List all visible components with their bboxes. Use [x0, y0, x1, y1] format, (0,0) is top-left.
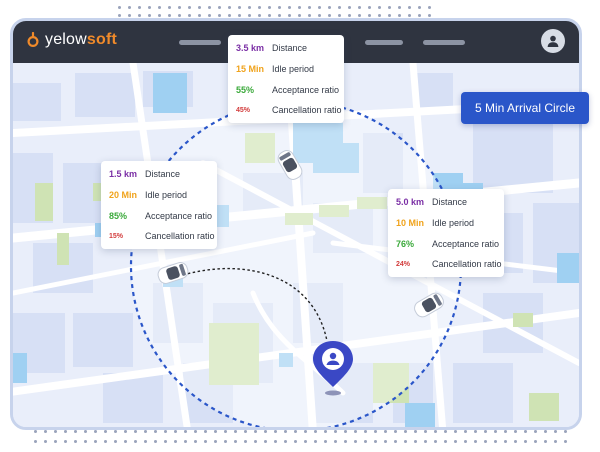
- decorative-dots-bottom: [34, 430, 567, 433]
- cancellation-value: 45%: [236, 106, 251, 114]
- decorative-dots-top: [118, 14, 431, 17]
- decorative-dots-top: [118, 6, 431, 9]
- brand-name: yelowsoft: [45, 31, 117, 49]
- brand-logo[interactable]: yelowsoft: [27, 31, 117, 49]
- driver-info-card[interactable]: 5.0 km Distance 10 Min Idle period 76% Acce…: [388, 189, 504, 277]
- idle-label: Idle period: [145, 190, 188, 200]
- cancellation-label: Cancellation ratio: [432, 259, 502, 269]
- app-window: yelowsoft 3.5 km Distance 15 Min Idle pe…: [10, 18, 582, 430]
- brand-name-prefix: yelow: [45, 31, 87, 48]
- user-icon: [547, 35, 559, 47]
- acceptance-label: Acceptance ratio: [145, 211, 213, 221]
- driver-info-card[interactable]: 1.5 km Distance 20 Min Idle period 85% Acce…: [101, 161, 217, 249]
- cancellation-label: Cancellation ratio: [272, 105, 342, 115]
- cancellation-value: 24%: [396, 260, 411, 268]
- acceptance-label: Acceptance ratio: [432, 239, 500, 249]
- nav-menu-item[interactable]: [179, 40, 221, 45]
- cancellation-value: 15%: [109, 232, 124, 240]
- idle-label: Idle period: [432, 218, 475, 228]
- nav-menu-item[interactable]: [365, 40, 403, 45]
- distance-label: Distance: [432, 197, 468, 207]
- driver-info-card[interactable]: 3.5 km Distance 15 Min Idle period 55% Acce…: [228, 35, 344, 123]
- acceptance-label: Acceptance ratio: [272, 85, 340, 95]
- idle-value: 15 Min: [236, 64, 265, 74]
- idle-value: 20 Min: [109, 190, 138, 200]
- distance-value: 3.5 km: [236, 43, 265, 53]
- arrival-circle-label: 5 Min Arrival Circle: [461, 92, 589, 124]
- distance-value: 1.5 km: [109, 169, 138, 179]
- idle-label: Idle period: [272, 64, 315, 74]
- logo-pin-icon: [27, 32, 39, 48]
- distance-label: Distance: [145, 169, 181, 179]
- acceptance-value: 85%: [109, 211, 128, 221]
- decorative-dots-bottom: [34, 440, 567, 443]
- user-profile-button[interactable]: [541, 29, 565, 53]
- nav-menu-item[interactable]: [423, 40, 465, 45]
- cancellation-label: Cancellation ratio: [145, 231, 215, 241]
- brand-name-suffix: soft: [86, 31, 118, 48]
- acceptance-value: 76%: [396, 239, 415, 249]
- distance-value: 5.0 km: [396, 197, 425, 207]
- idle-value: 10 Min: [396, 218, 425, 228]
- distance-label: Distance: [272, 43, 308, 53]
- acceptance-value: 55%: [236, 85, 255, 95]
